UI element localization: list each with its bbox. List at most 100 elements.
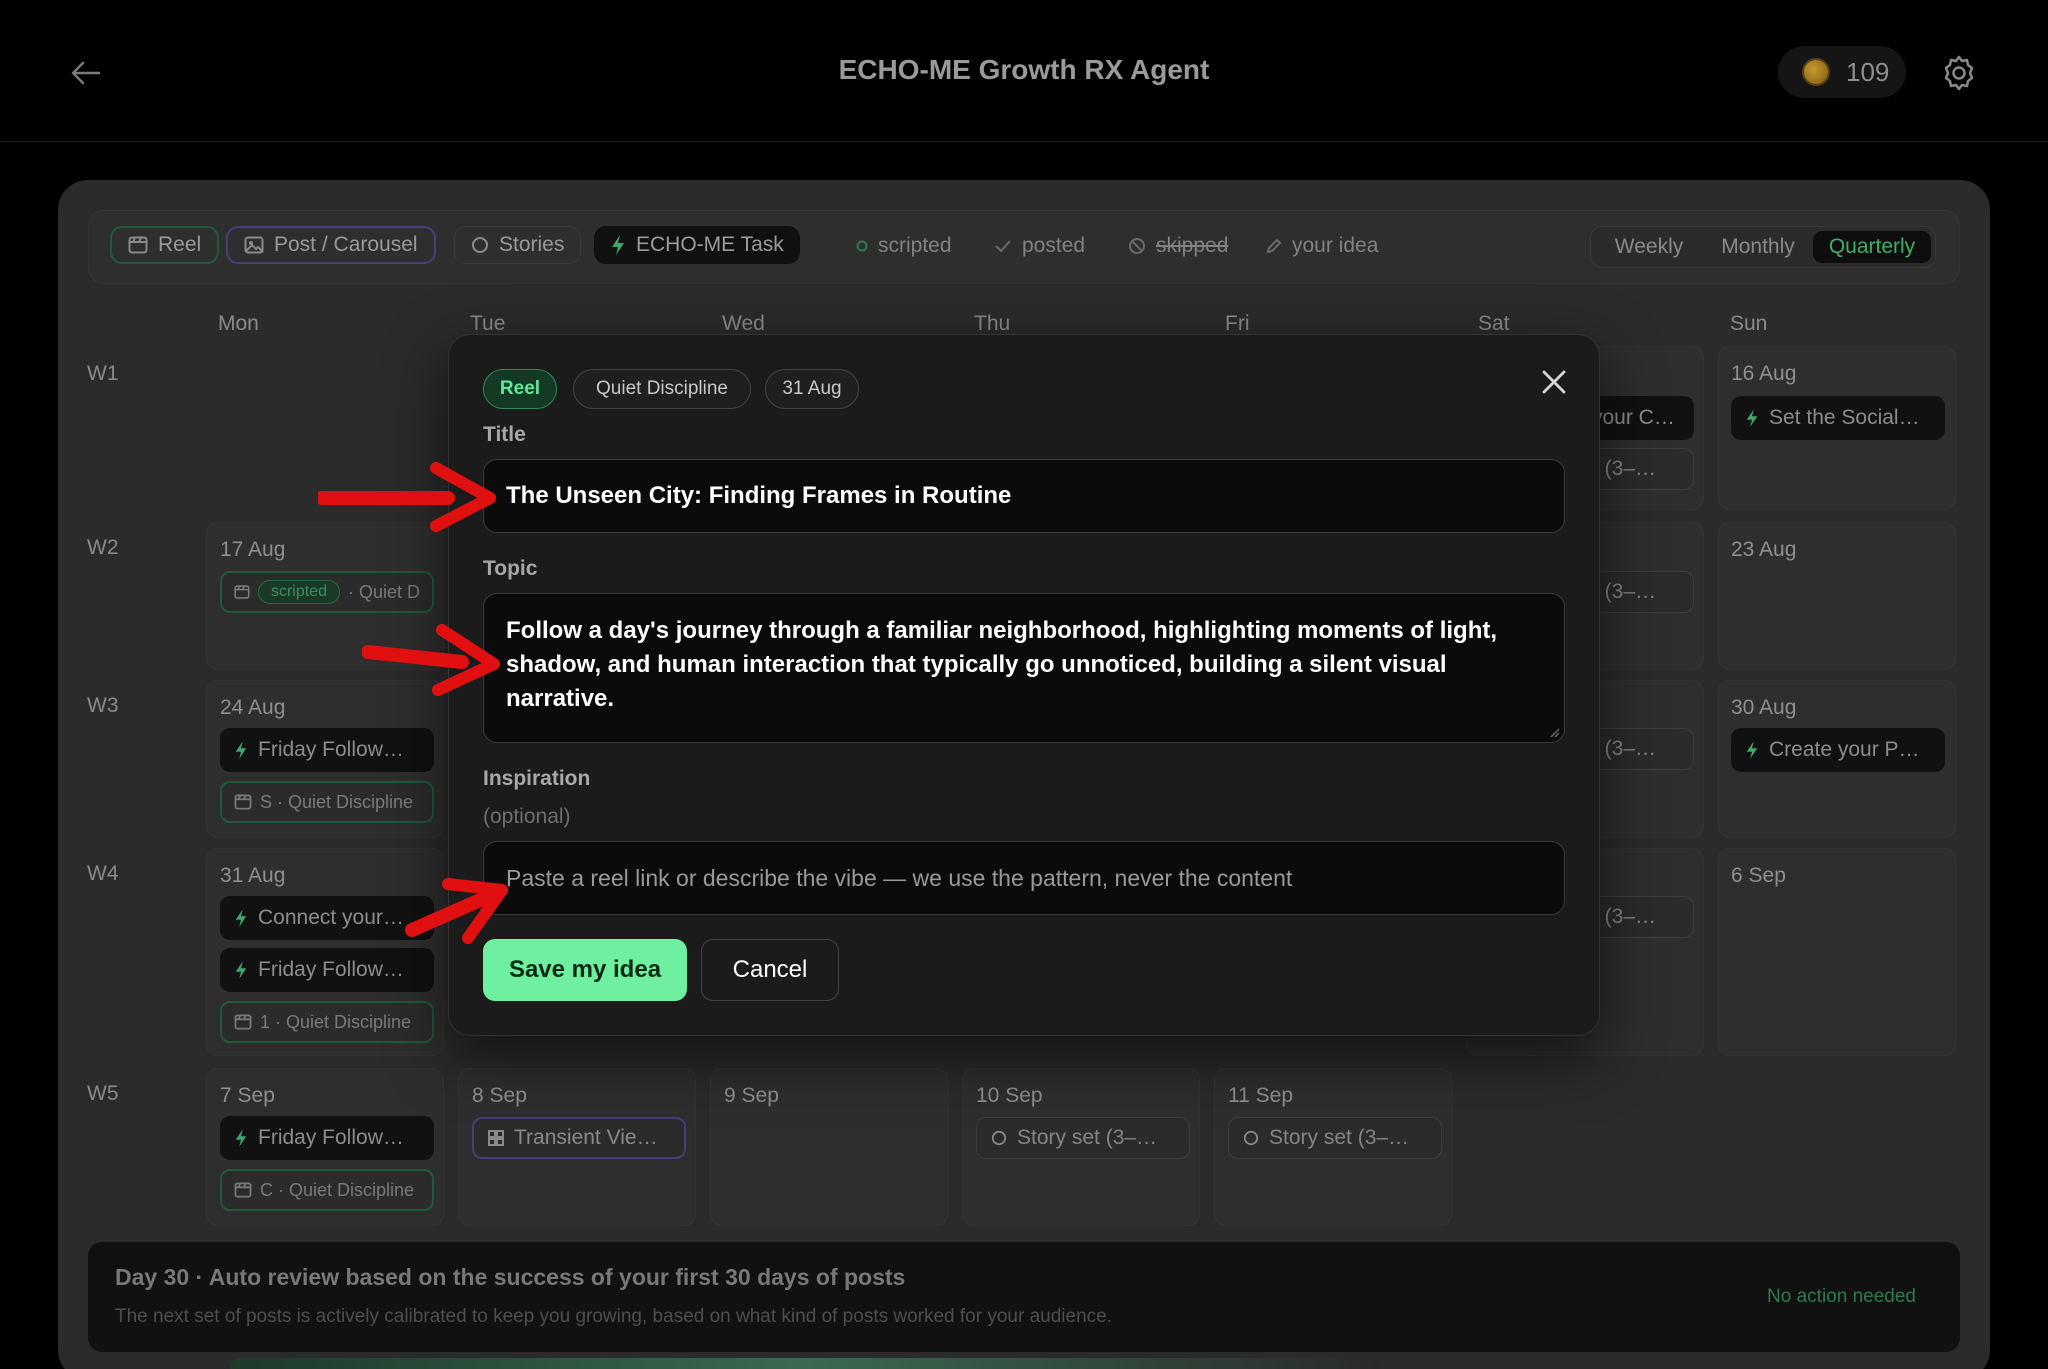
banner-subtitle: The next set of posts is actively calibr…	[115, 1306, 1112, 1327]
post-chip[interactable]: Transient Vie…	[472, 1117, 686, 1159]
filter-label: Post / Carousel	[274, 233, 418, 256]
reel-chip[interactable]: S · Quiet Discipline	[220, 781, 434, 823]
day-header-fri: Fri	[1225, 312, 1250, 335]
credits-badge[interactable]: 109	[1778, 46, 1906, 98]
banner-status: No action needed	[1767, 1286, 1916, 1307]
story-icon	[991, 1130, 1007, 1146]
week-label-w3: W3	[87, 694, 119, 717]
filter-label: Reel	[158, 233, 202, 256]
day-header-mon: Mon	[218, 312, 259, 335]
save-idea-button[interactable]: Save my idea	[483, 939, 687, 1001]
annotation-arrow	[362, 624, 500, 696]
filter-reel[interactable]: Reel	[110, 226, 220, 264]
annotation-arrow	[405, 878, 508, 944]
cell-date: 30 Aug	[1731, 696, 1797, 719]
topic-label: Topic	[483, 557, 538, 580]
task-chip[interactable]: Friday Follow…	[220, 1116, 434, 1160]
resize-handle-icon[interactable]	[1548, 726, 1560, 738]
close-icon	[1542, 370, 1566, 394]
filter-stories[interactable]: Stories	[454, 226, 582, 264]
bolt-icon	[612, 235, 624, 255]
top-bar: ECHO-ME Growth RX Agent 109	[0, 0, 2048, 142]
story-chip[interactable]: Story set (3–…	[976, 1117, 1190, 1159]
week-label-w1: W1	[87, 362, 119, 385]
close-button[interactable]	[1539, 367, 1569, 397]
status-badge: scripted	[257, 580, 340, 604]
bolt-icon	[235, 1129, 247, 1147]
reel-icon	[234, 1182, 252, 1198]
view-monthly[interactable]: Monthly	[1703, 231, 1813, 263]
task-chip[interactable]: Set the Social…	[1731, 396, 1945, 440]
view-quarterly[interactable]: Quarterly	[1813, 231, 1931, 263]
week-label-w5: W5	[87, 1082, 119, 1105]
day-header-tue: Tue	[470, 312, 506, 335]
reel-chip[interactable]: C · Quiet Discipline	[220, 1169, 434, 1211]
reel-icon	[234, 1014, 252, 1030]
filter-echo-me-task[interactable]: ECHO-ME Task	[594, 226, 800, 264]
bolt-icon	[235, 741, 247, 759]
banner-title: Day 30 · Auto review based on the succes…	[115, 1264, 906, 1290]
reel-chip[interactable]: scripted · Quiet D	[220, 571, 434, 613]
story-chip[interactable]: Story set (3–…	[1228, 1117, 1442, 1159]
reel-icon	[128, 236, 148, 254]
story-icon	[472, 237, 488, 253]
cell-date: 6 Sep	[1731, 864, 1786, 887]
inspiration-optional: (optional)	[483, 805, 571, 828]
reel-chip[interactable]: 1 · Quiet Discipline	[220, 1001, 434, 1043]
view-switcher: Weekly Monthly Quarterly	[1590, 226, 1936, 268]
task-chip[interactable]: Create your P…	[1731, 728, 1945, 772]
cell-date: 11 Sep	[1228, 1084, 1293, 1107]
cell-date: 7 Sep	[220, 1084, 275, 1107]
annotation-arrow	[318, 462, 496, 532]
legend-your-idea: your idea	[1266, 234, 1378, 258]
cancel-button[interactable]: Cancel	[701, 939, 839, 1001]
inspiration-input[interactable]: Paste a reel link or describe the vibe —…	[483, 841, 1565, 915]
tag-date: 31 Aug	[765, 369, 859, 409]
pencil-icon	[1266, 238, 1282, 254]
legend-skipped: skipped	[1128, 234, 1228, 258]
bolt-icon	[235, 909, 247, 927]
cell-date: 23 Aug	[1731, 538, 1797, 561]
check-icon	[995, 240, 1011, 253]
filter-post-carousel[interactable]: Post / Carousel	[226, 226, 436, 264]
title-input[interactable]: The Unseen City: Finding Frames in Routi…	[483, 459, 1565, 533]
task-chip[interactable]: Friday Follow…	[220, 728, 434, 772]
reel-icon	[234, 794, 252, 810]
cell-date: 9 Sep	[724, 1084, 779, 1107]
legend-posted: posted	[994, 234, 1085, 258]
day-header-sat: Sat	[1478, 312, 1510, 335]
week-label-w4: W4	[87, 862, 119, 885]
credits-count: 109	[1846, 56, 1890, 87]
coin-icon	[1802, 58, 1830, 86]
post-icon	[244, 236, 264, 254]
week-label-w2: W2	[87, 536, 119, 559]
idea-modal: Reel Quiet Discipline 31 Aug Title The U…	[448, 334, 1600, 1036]
filter-label: Stories	[499, 233, 565, 256]
legend-scripted: scripted	[856, 234, 952, 258]
cell-date: 17 Aug	[220, 538, 286, 561]
day-header-thu: Thu	[974, 312, 1011, 335]
day-header-sun: Sun	[1730, 312, 1768, 335]
dot-icon	[856, 240, 868, 252]
cell-date: 10 Sep	[976, 1084, 1043, 1107]
cell-date: 16 Aug	[1731, 362, 1797, 385]
inspiration-label: Inspiration	[483, 767, 591, 790]
tag-reel: Reel	[483, 369, 557, 409]
filter-label: ECHO-ME Task	[636, 233, 784, 256]
review-banner: Day 30 · Auto review based on the succes…	[88, 1242, 1960, 1352]
reel-icon	[234, 585, 250, 599]
bolt-icon	[235, 961, 247, 979]
gear-icon	[1944, 55, 1974, 91]
settings-button[interactable]	[1940, 54, 1978, 92]
tag-series: Quiet Discipline	[573, 369, 751, 409]
title-label: Title	[483, 423, 526, 446]
bolt-icon	[1746, 409, 1758, 427]
cell-date: 24 Aug	[220, 696, 286, 719]
view-weekly[interactable]: Weekly	[1599, 231, 1699, 263]
topic-textarea[interactable]: Follow a day's journey through a familia…	[483, 593, 1565, 743]
carousel-icon	[488, 1130, 504, 1146]
day-header-wed: Wed	[722, 312, 765, 335]
title-value: The Unseen City: Finding Frames in Routi…	[506, 482, 1012, 509]
story-icon	[1243, 1130, 1259, 1146]
task-chip[interactable]: Friday Follow…	[220, 948, 434, 992]
